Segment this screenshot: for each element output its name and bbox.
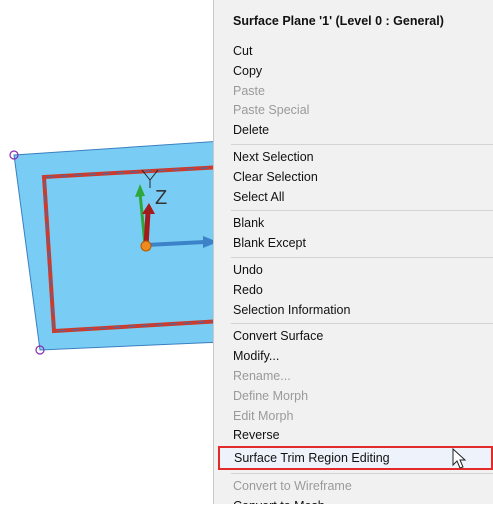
menu-item-modify[interactable]: Modify...	[214, 347, 493, 367]
context-menu: Surface Plane '1' (Level 0 : General) Cu…	[213, 0, 493, 504]
menu-item-undo[interactable]: Undo	[214, 261, 493, 281]
menu-separator	[231, 256, 493, 258]
menu-item-define-morph: Define Morph	[233, 388, 309, 403]
menu-item-copy[interactable]: Copy	[214, 62, 493, 82]
menu-item-redo[interactable]: Redo	[214, 281, 493, 301]
context-menu-title: Surface Plane '1' (Level 0 : General)	[233, 14, 444, 28]
axis-label-z: Z	[155, 187, 167, 209]
menu-item-rename: Rename...	[233, 368, 291, 383]
menu-separator	[231, 323, 493, 325]
menu-item-convert-surface[interactable]: Convert Surface	[214, 327, 493, 347]
menu-item-paste-special: Paste Special	[233, 103, 310, 118]
menu-item-blank[interactable]: Blank	[214, 214, 493, 234]
menu-item-next-selection[interactable]: Next Selection	[214, 148, 493, 168]
menu-item-edit-morph: Edit Morph	[233, 408, 294, 423]
menu-item-selection-information[interactable]: Selection Information	[214, 301, 493, 321]
menu-item-delete[interactable]: Delete	[214, 121, 493, 141]
menu-item-convert-to-mesh[interactable]: Convert to Mesh	[214, 497, 493, 504]
arrow-cursor-icon	[452, 448, 467, 469]
menu-item-blank-except[interactable]: Blank Except	[214, 234, 493, 254]
menu-item-convert-to-wireframe: Convert to Wireframe	[233, 479, 352, 494]
menu-item-paste: Paste	[233, 83, 265, 98]
menu-separator	[231, 473, 493, 475]
menu-item-clear-selection[interactable]: Clear Selection	[214, 168, 493, 188]
menu-item-reverse[interactable]: Reverse	[214, 426, 493, 446]
menu-item-select-all[interactable]: Select All	[214, 188, 493, 208]
menu-separator	[231, 143, 493, 145]
menu-item-cut[interactable]: Cut	[214, 42, 493, 62]
menu-separator	[231, 210, 493, 212]
